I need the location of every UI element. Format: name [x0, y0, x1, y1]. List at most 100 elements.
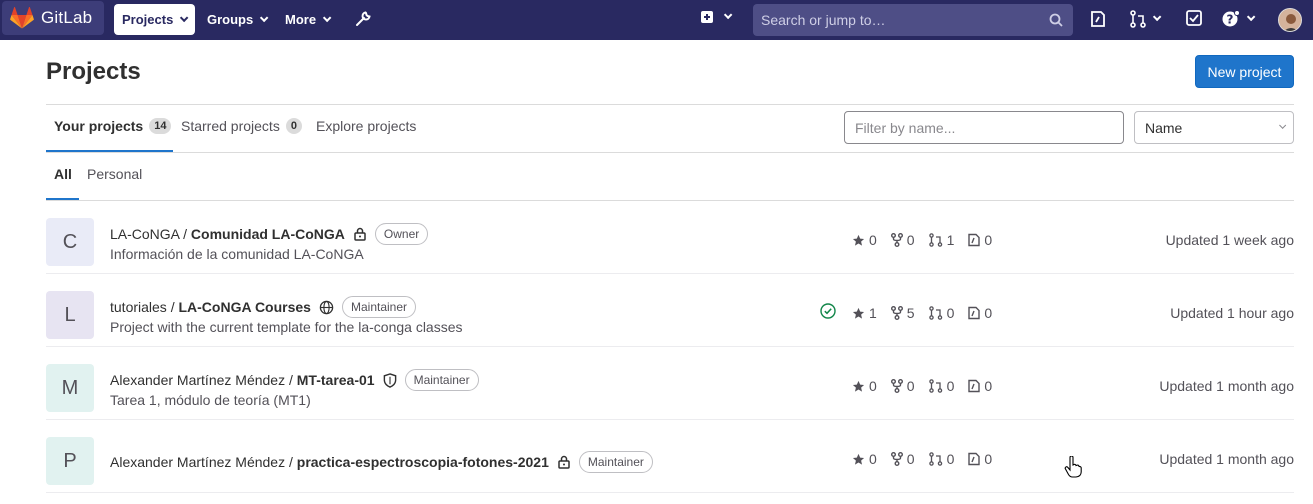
forks-count[interactable]: 0 — [890, 232, 915, 248]
issues-icon[interactable] — [1090, 10, 1106, 28]
merge-requests-count[interactable]: 1 — [928, 232, 954, 248]
sort-dropdown[interactable]: Name — [1134, 111, 1294, 144]
filter-by-name-input[interactable]: Filter by name... — [844, 111, 1124, 144]
groups-menu-button[interactable]: Groups — [199, 4, 273, 35]
forks-count[interactable]: 0 — [890, 378, 915, 394]
tab-starred-projects[interactable]: Starred projects 0 — [181, 118, 302, 134]
project-name[interactable]: Comunidad LA-CoNGA — [191, 226, 345, 242]
globe-icon — [319, 300, 334, 315]
stars-count[interactable]: 0 — [852, 232, 877, 248]
todo-icon[interactable] — [1186, 10, 1202, 26]
fork-icon — [890, 379, 903, 393]
merge-request-icon — [928, 379, 942, 393]
merge-request-icon[interactable] — [1130, 10, 1162, 28]
project-row[interactable]: C LA-CoNGA / Comunidad LA-CoNGA Owner In… — [46, 201, 1294, 274]
issues-count[interactable]: 0 — [968, 305, 992, 321]
divider — [46, 152, 1294, 153]
project-stats: 0 0 1 0 — [852, 232, 1006, 248]
merge-request-icon — [928, 452, 942, 466]
pipeline-status-success-icon[interactable] — [820, 303, 836, 324]
stars-count[interactable]: 0 — [852, 451, 877, 467]
updated-time: Updated 1 week ago — [1165, 232, 1294, 248]
project-stats: 0 0 0 0 — [852, 451, 1006, 467]
merge-request-icon — [928, 306, 942, 320]
chevron-down-icon — [1152, 12, 1162, 22]
project-name[interactable]: practica-espectroscopia-fotones-2021 — [297, 454, 549, 470]
wrench-icon[interactable] — [354, 10, 372, 28]
stat-value: 0 — [906, 232, 915, 248]
projects-menu-button[interactable]: Projects — [114, 4, 195, 35]
merge-requests-count[interactable]: 0 — [928, 305, 955, 321]
star-icon — [852, 234, 865, 246]
stat-value: 5 — [906, 305, 915, 321]
divider — [46, 104, 1294, 105]
more-menu-label: More — [285, 12, 317, 27]
issues-count[interactable]: 0 — [968, 451, 992, 467]
merge-requests-count[interactable]: 0 — [928, 451, 954, 467]
chevron-down-icon — [180, 13, 189, 22]
new-project-button[interactable]: New project — [1195, 55, 1294, 88]
issues-icon — [968, 233, 981, 247]
project-title[interactable]: Alexander Martínez Méndez / practica-esp… — [110, 451, 653, 473]
tab-label: Your projects — [54, 118, 144, 134]
project-stats: 0 0 0 0 — [852, 378, 1006, 394]
projects-menu-label: Projects — [122, 12, 174, 27]
gitlab-logo-link[interactable]: GitLab — [2, 1, 104, 35]
stars-count[interactable]: 0 — [852, 378, 877, 394]
lock-icon — [353, 227, 367, 241]
search-icon — [1049, 13, 1063, 27]
project-title[interactable]: tutoriales / LA-CoNGA Courses Maintainer — [110, 296, 417, 318]
forks-count[interactable]: 5 — [890, 305, 915, 321]
project-avatar[interactable]: P — [46, 437, 94, 485]
tab-your-projects[interactable]: Your projects 14 — [54, 118, 172, 134]
fork-icon — [890, 233, 903, 247]
search-input[interactable]: Search or jump to… — [753, 4, 1073, 36]
project-namespace: Alexander Martínez Méndez / — [110, 454, 293, 470]
stat-value: 0 — [869, 378, 877, 394]
top-navbar: GitLab Projects Groups More Search or ju… — [0, 0, 1313, 40]
issues-count[interactable]: 0 — [968, 232, 992, 248]
project-row[interactable]: M Alexander Martínez Méndez / MT-tarea-0… — [46, 347, 1294, 420]
project-row[interactable]: P Alexander Martínez Méndez / practica-e… — [46, 420, 1294, 493]
project-name[interactable]: MT-tarea-01 — [297, 372, 375, 388]
project-row[interactable]: L tutoriales / LA-CoNGA Courses Maintain… — [46, 274, 1294, 347]
user-avatar[interactable] — [1278, 8, 1302, 32]
issues-icon — [968, 306, 981, 320]
chevron-down-icon — [723, 10, 733, 20]
project-title[interactable]: Alexander Martínez Méndez / MT-tarea-01 … — [110, 369, 479, 391]
brand-name: GitLab — [41, 8, 93, 27]
merge-requests-count[interactable]: 0 — [928, 378, 954, 394]
chevron-down-icon — [260, 13, 269, 22]
tab-explore-projects[interactable]: Explore projects — [316, 118, 416, 134]
issues-icon — [968, 452, 981, 466]
role-badge: Maintainer — [578, 451, 653, 473]
count-badge: 0 — [285, 118, 302, 134]
chevron-down-icon — [1246, 12, 1256, 22]
stat-value: 0 — [869, 232, 877, 248]
filter-placeholder: Filter by name... — [855, 119, 956, 136]
more-menu-button[interactable]: More — [277, 4, 336, 35]
fork-icon — [890, 306, 903, 320]
issues-count[interactable]: 0 — [968, 378, 992, 394]
stat-value: 0 — [869, 451, 877, 467]
shield-icon — [383, 372, 397, 388]
project-avatar[interactable]: L — [46, 291, 94, 339]
project-name[interactable]: LA-CoNGA Courses — [178, 299, 311, 315]
stat-value: 0 — [946, 305, 955, 321]
tab-label: Starred projects — [181, 118, 280, 134]
subtab-personal[interactable]: Personal — [87, 166, 142, 182]
subtab-all[interactable]: All — [54, 166, 72, 182]
tab-label: Explore projects — [316, 118, 417, 134]
stat-value: 0 — [906, 378, 915, 394]
stars-count[interactable]: 1 — [852, 305, 877, 321]
project-description: Tarea 1, módulo de teoría (MT1) — [110, 392, 311, 408]
help-icon[interactable]: ? — [1222, 10, 1256, 28]
star-icon — [852, 380, 865, 392]
project-title[interactable]: LA-CoNGA / Comunidad LA-CoNGA Owner — [110, 223, 429, 245]
lock-icon — [557, 455, 571, 469]
project-namespace: LA-CoNGA / — [110, 226, 188, 242]
new-dropdown-button[interactable] — [700, 10, 733, 24]
project-avatar[interactable]: C — [46, 218, 94, 266]
forks-count[interactable]: 0 — [890, 451, 915, 467]
project-avatar[interactable]: M — [46, 364, 94, 412]
